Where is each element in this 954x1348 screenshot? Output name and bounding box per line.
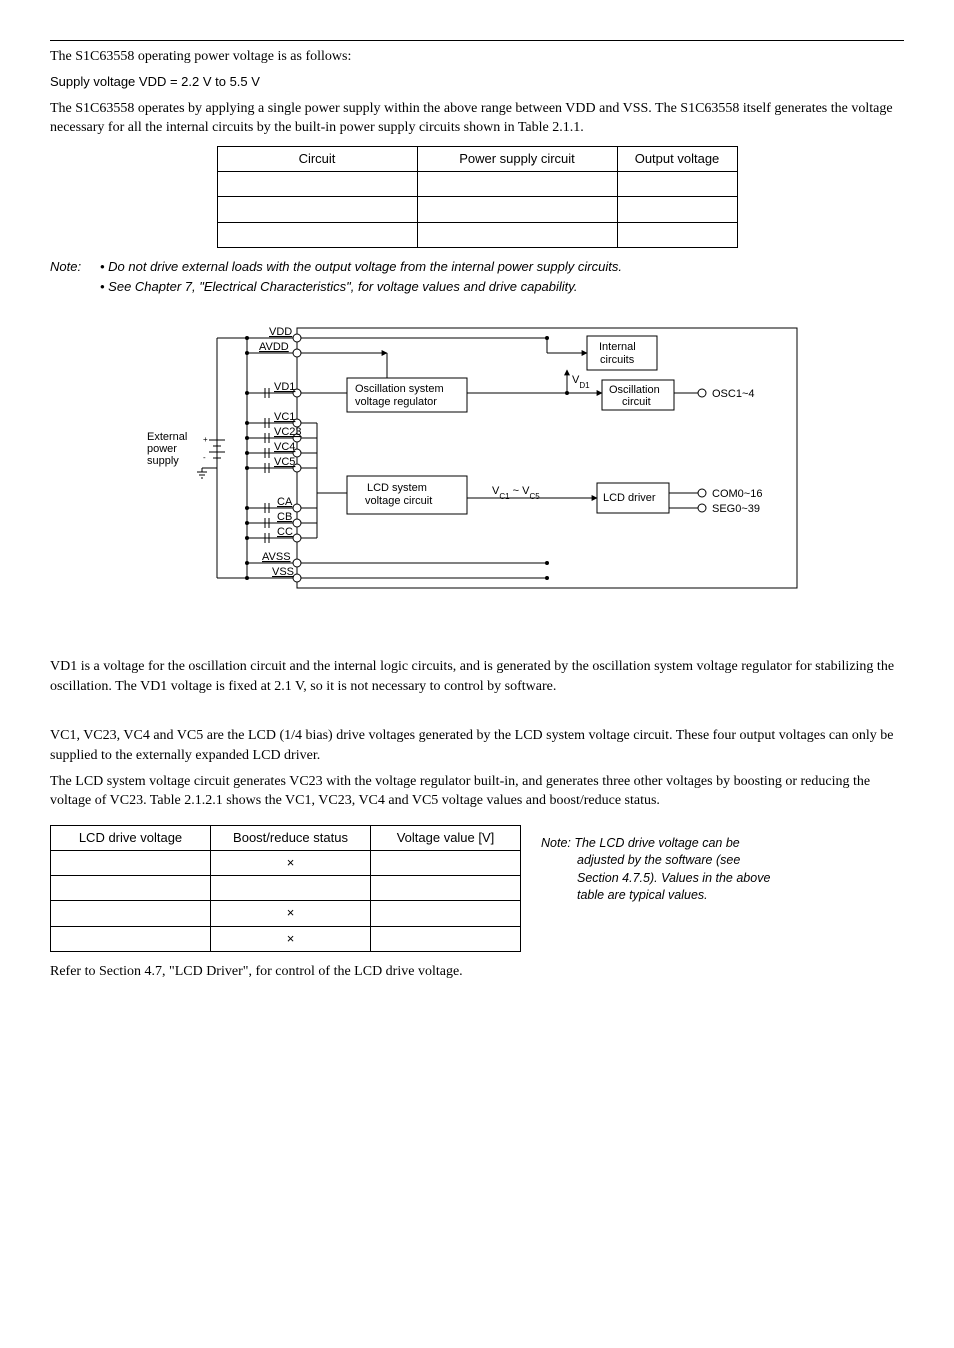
vc-paragraph-1: VC1, VC23, VC4 and VC5 are the LCD (1/4 … bbox=[50, 726, 904, 765]
table-row: Circuit Power supply circuit Output volt… bbox=[217, 146, 737, 171]
intro-p1: The S1C63558 operating power voltage is … bbox=[50, 47, 904, 67]
lcd-cell bbox=[51, 876, 211, 901]
block-diagram: External power supply + - VDD AVDD VD1 V… bbox=[50, 308, 904, 613]
lcd-cell bbox=[371, 876, 521, 901]
diagram-label: COM0~16 bbox=[712, 488, 762, 500]
vd1-paragraph: VD1 is a voltage for the oscillation cir… bbox=[50, 657, 904, 696]
diagram-label: voltage circuit bbox=[365, 495, 432, 507]
table-row bbox=[217, 197, 737, 222]
circuit-header: Power supply circuit bbox=[417, 146, 617, 171]
diagram-label: VC1 bbox=[274, 411, 295, 423]
svg-text:-: - bbox=[203, 453, 206, 462]
circuit-cell bbox=[217, 197, 417, 222]
diagram-label: circuits bbox=[600, 354, 635, 366]
diagram-label: voltage regulator bbox=[355, 396, 437, 408]
circuit-cell bbox=[617, 197, 737, 222]
circuit-cell bbox=[417, 172, 617, 197]
lcd-cell bbox=[51, 851, 211, 876]
circuit-cell bbox=[217, 222, 417, 247]
diagram-label: VD1 bbox=[274, 381, 295, 393]
lcd-header: LCD drive voltage bbox=[51, 825, 211, 850]
diagram-label: VSS bbox=[272, 566, 294, 578]
lcd-header: Voltage value [V] bbox=[371, 825, 521, 850]
diagram-label: VC23 bbox=[274, 426, 302, 438]
diagram-label: AVDD bbox=[259, 341, 289, 353]
diagram-label: power bbox=[147, 443, 177, 455]
circuit-cell bbox=[617, 222, 737, 247]
circuit-cell bbox=[617, 172, 737, 197]
diagram-label: OSC1~4 bbox=[712, 388, 755, 400]
lcd-cell bbox=[371, 926, 521, 951]
lcd-cell bbox=[371, 851, 521, 876]
diagram-label: VC5 bbox=[274, 456, 295, 468]
lcd-cell: × bbox=[211, 926, 371, 951]
diagram-label: circuit bbox=[622, 396, 651, 408]
table-row bbox=[217, 222, 737, 247]
diagram-label: supply bbox=[147, 455, 179, 467]
note-block: Note: • Do not drive external loads with… bbox=[50, 258, 904, 298]
diagram-label: VD1 bbox=[572, 374, 590, 390]
circuit-table: Circuit Power supply circuit Output volt… bbox=[217, 146, 738, 248]
diagram-label: LCD system bbox=[367, 482, 427, 494]
table-row bbox=[217, 172, 737, 197]
footer-paragraph: Refer to Section 4.7, "LCD Driver", for … bbox=[50, 962, 904, 982]
table-row: LCD drive voltage Boost/reduce status Vo… bbox=[51, 825, 521, 850]
diagram-label: Oscillation bbox=[609, 384, 660, 396]
table-row: × bbox=[51, 901, 521, 926]
vc-paragraph-2: The LCD system voltage circuit generates… bbox=[50, 772, 904, 811]
svg-text:+: + bbox=[203, 435, 208, 444]
note-item: • See Chapter 7, "Electrical Characteris… bbox=[100, 278, 904, 296]
diagram-label: VC4 bbox=[274, 441, 295, 453]
circuit-cell bbox=[217, 172, 417, 197]
circuit-cell bbox=[417, 197, 617, 222]
lcd-header: Boost/reduce status bbox=[211, 825, 371, 850]
lcd-table: LCD drive voltage Boost/reduce status Vo… bbox=[50, 825, 521, 952]
lcd-cell: × bbox=[211, 901, 371, 926]
side-note: Note: The LCD drive voltage can be adjus… bbox=[541, 817, 771, 905]
intro-p2: The S1C63558 operates by applying a sing… bbox=[50, 99, 904, 138]
diagram-label: LCD driver bbox=[603, 492, 656, 504]
lcd-cell bbox=[51, 926, 211, 951]
table-row: × bbox=[51, 851, 521, 876]
note-label: Note: bbox=[50, 258, 100, 298]
diagram-label: External bbox=[147, 431, 187, 443]
note-item: • Do not drive external loads with the o… bbox=[100, 258, 904, 276]
diagram-label: SEG0~39 bbox=[712, 503, 760, 515]
circuit-cell bbox=[417, 222, 617, 247]
lcd-cell bbox=[51, 901, 211, 926]
diagram-label: Oscillation system bbox=[355, 383, 444, 395]
diagram-label: VDD bbox=[269, 326, 292, 338]
lcd-cell bbox=[371, 901, 521, 926]
lcd-cell: × bbox=[211, 851, 371, 876]
table-row: × bbox=[51, 926, 521, 951]
diagram-label: CC bbox=[277, 526, 293, 538]
diagram-label: CA bbox=[277, 496, 293, 508]
supply-line: Supply voltage VDD = 2.2 V to 5.5 V bbox=[50, 73, 904, 91]
diagram-label: AVSS bbox=[262, 551, 291, 563]
diagram-label: Internal bbox=[599, 341, 636, 353]
diagram-label: CB bbox=[277, 511, 292, 523]
lcd-cell bbox=[211, 876, 371, 901]
top-rule bbox=[50, 40, 904, 41]
table-row bbox=[51, 876, 521, 901]
circuit-header: Output voltage bbox=[617, 146, 737, 171]
circuit-header: Circuit bbox=[217, 146, 417, 171]
